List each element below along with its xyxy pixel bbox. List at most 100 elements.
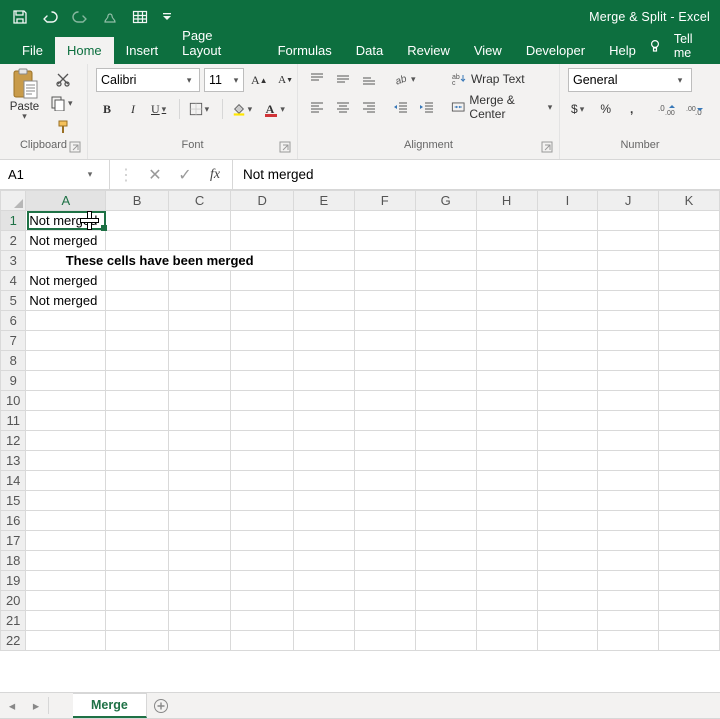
- row-header-16[interactable]: 16: [1, 511, 26, 531]
- row-header-19[interactable]: 19: [1, 571, 26, 591]
- name-box-input[interactable]: [0, 167, 80, 182]
- cell[interactable]: [106, 431, 169, 451]
- col-header-A[interactable]: A: [26, 191, 106, 211]
- cell[interactable]: [168, 291, 231, 311]
- cell[interactable]: [231, 611, 294, 631]
- cell[interactable]: [293, 511, 354, 531]
- cell[interactable]: [106, 231, 169, 251]
- cell[interactable]: [659, 371, 720, 391]
- tab-file[interactable]: File: [10, 37, 55, 64]
- cell[interactable]: [476, 611, 537, 631]
- cell[interactable]: [106, 571, 169, 591]
- cell[interactable]: [659, 291, 720, 311]
- cell[interactable]: [354, 331, 415, 351]
- merge-center-button[interactable]: Merge & Center ▾: [448, 96, 558, 118]
- row-header-10[interactable]: 10: [1, 391, 26, 411]
- cell[interactable]: [354, 531, 415, 551]
- cell[interactable]: [293, 391, 354, 411]
- cell[interactable]: [415, 331, 476, 351]
- cell[interactable]: [537, 211, 598, 231]
- dialog-launcher-icon[interactable]: [69, 141, 81, 153]
- font-name-input[interactable]: [101, 73, 179, 87]
- cell[interactable]: [168, 331, 231, 351]
- format-painter-button[interactable]: [47, 116, 79, 138]
- cell[interactable]: [476, 331, 537, 351]
- cell[interactable]: [598, 471, 659, 491]
- cell[interactable]: [106, 411, 169, 431]
- cell[interactable]: [26, 531, 106, 551]
- cell[interactable]: [168, 531, 231, 551]
- cell[interactable]: [354, 291, 415, 311]
- col-header-H[interactable]: H: [476, 191, 537, 211]
- row-header-20[interactable]: 20: [1, 591, 26, 611]
- cell[interactable]: [293, 211, 354, 231]
- cell[interactable]: [598, 211, 659, 231]
- cell[interactable]: [168, 211, 231, 231]
- cell[interactable]: Not merged: [26, 231, 106, 251]
- cell[interactable]: Not merged: [26, 211, 106, 231]
- fx-icon[interactable]: fx: [206, 166, 224, 184]
- row-header-7[interactable]: 7: [1, 331, 26, 351]
- row-header-1[interactable]: 1: [1, 211, 26, 231]
- cell[interactable]: [293, 431, 354, 451]
- tab-formulas[interactable]: Formulas: [266, 37, 344, 64]
- col-header-K[interactable]: K: [659, 191, 720, 211]
- cell[interactable]: [537, 531, 598, 551]
- cell[interactable]: [415, 491, 476, 511]
- cell[interactable]: [659, 391, 720, 411]
- cell[interactable]: [106, 331, 169, 351]
- cell[interactable]: [293, 611, 354, 631]
- underline-button[interactable]: U▾: [148, 98, 173, 120]
- cell[interactable]: [168, 311, 231, 331]
- cell[interactable]: [231, 631, 294, 651]
- cell[interactable]: [598, 591, 659, 611]
- cell[interactable]: [537, 291, 598, 311]
- cell[interactable]: [168, 271, 231, 291]
- cell[interactable]: [168, 571, 231, 591]
- cell[interactable]: [659, 451, 720, 471]
- cell[interactable]: [659, 271, 720, 291]
- row-header-8[interactable]: 8: [1, 351, 26, 371]
- cell[interactable]: [415, 391, 476, 411]
- cell[interactable]: [168, 231, 231, 251]
- paste-button[interactable]: Paste ▾: [8, 68, 41, 119]
- tab-page-layout[interactable]: Page Layout: [170, 22, 265, 64]
- cell[interactable]: [293, 271, 354, 291]
- cell[interactable]: [537, 391, 598, 411]
- percent-format-button[interactable]: %: [595, 98, 617, 120]
- row-header-2[interactable]: 2: [1, 231, 26, 251]
- cell[interactable]: [293, 591, 354, 611]
- cell[interactable]: [293, 251, 354, 271]
- row-header-5[interactable]: 5: [1, 291, 26, 311]
- cell[interactable]: [106, 511, 169, 531]
- cell[interactable]: [354, 471, 415, 491]
- accounting-format-button[interactable]: $▾: [568, 98, 591, 120]
- comma-format-button[interactable]: ,: [621, 98, 643, 120]
- cell[interactable]: [659, 571, 720, 591]
- cell[interactable]: [598, 611, 659, 631]
- cell[interactable]: [415, 551, 476, 571]
- cell[interactable]: [231, 511, 294, 531]
- cell[interactable]: [231, 231, 294, 251]
- name-box[interactable]: ▾: [0, 160, 110, 189]
- cell[interactable]: [659, 311, 720, 331]
- cell[interactable]: [415, 291, 476, 311]
- cell[interactable]: [476, 351, 537, 371]
- dialog-launcher-icon[interactable]: [541, 141, 553, 153]
- cell[interactable]: [598, 451, 659, 471]
- font-size-select[interactable]: ▾: [204, 68, 244, 92]
- insert-table-icon[interactable]: [132, 9, 148, 25]
- cell[interactable]: [476, 251, 537, 271]
- cell[interactable]: [26, 331, 106, 351]
- col-header-C[interactable]: C: [168, 191, 231, 211]
- font-size-input[interactable]: [209, 73, 229, 87]
- row-header-9[interactable]: 9: [1, 371, 26, 391]
- cell[interactable]: [354, 271, 415, 291]
- row-header-17[interactable]: 17: [1, 531, 26, 551]
- cell[interactable]: [231, 331, 294, 351]
- cell[interactable]: [354, 391, 415, 411]
- cell[interactable]: Not merged: [26, 291, 106, 311]
- decrease-font-button[interactable]: A▼: [275, 69, 297, 91]
- cell[interactable]: [168, 631, 231, 651]
- cell[interactable]: [537, 351, 598, 371]
